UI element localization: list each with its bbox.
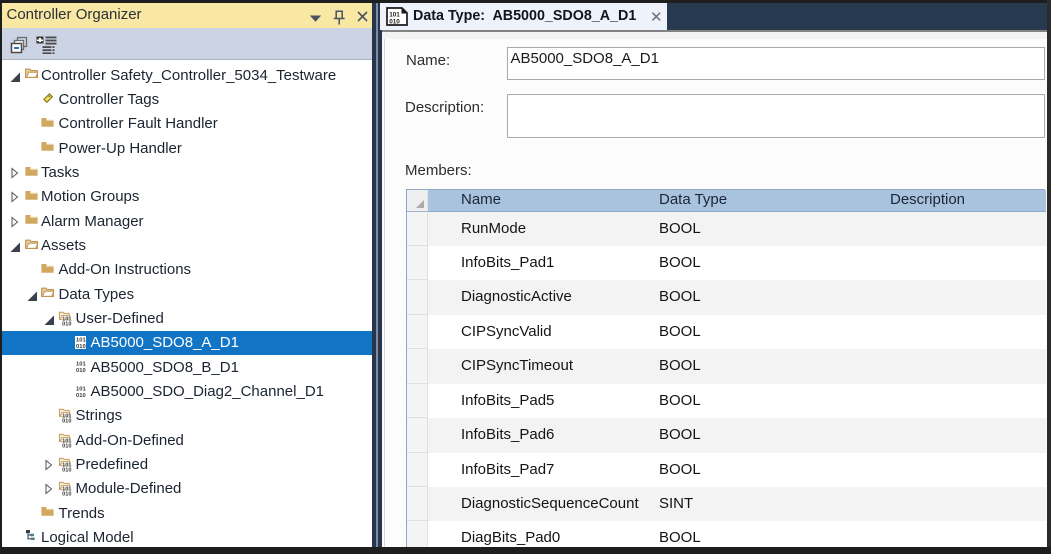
svg-text:010: 010: [62, 467, 71, 471]
svg-text:010: 010: [62, 443, 71, 447]
svg-text:010: 010: [62, 322, 71, 326]
svg-text:010: 010: [76, 368, 86, 373]
svg-text:010: 010: [62, 492, 71, 496]
svg-text:101: 101: [389, 11, 400, 18]
svg-text:101: 101: [76, 337, 86, 343]
svg-text:010: 010: [76, 344, 86, 349]
svg-text:010: 010: [62, 419, 71, 423]
svg-text:101: 101: [76, 386, 86, 392]
svg-text:010: 010: [389, 18, 400, 25]
svg-text:101: 101: [76, 362, 86, 368]
svg-text:010: 010: [76, 392, 86, 397]
